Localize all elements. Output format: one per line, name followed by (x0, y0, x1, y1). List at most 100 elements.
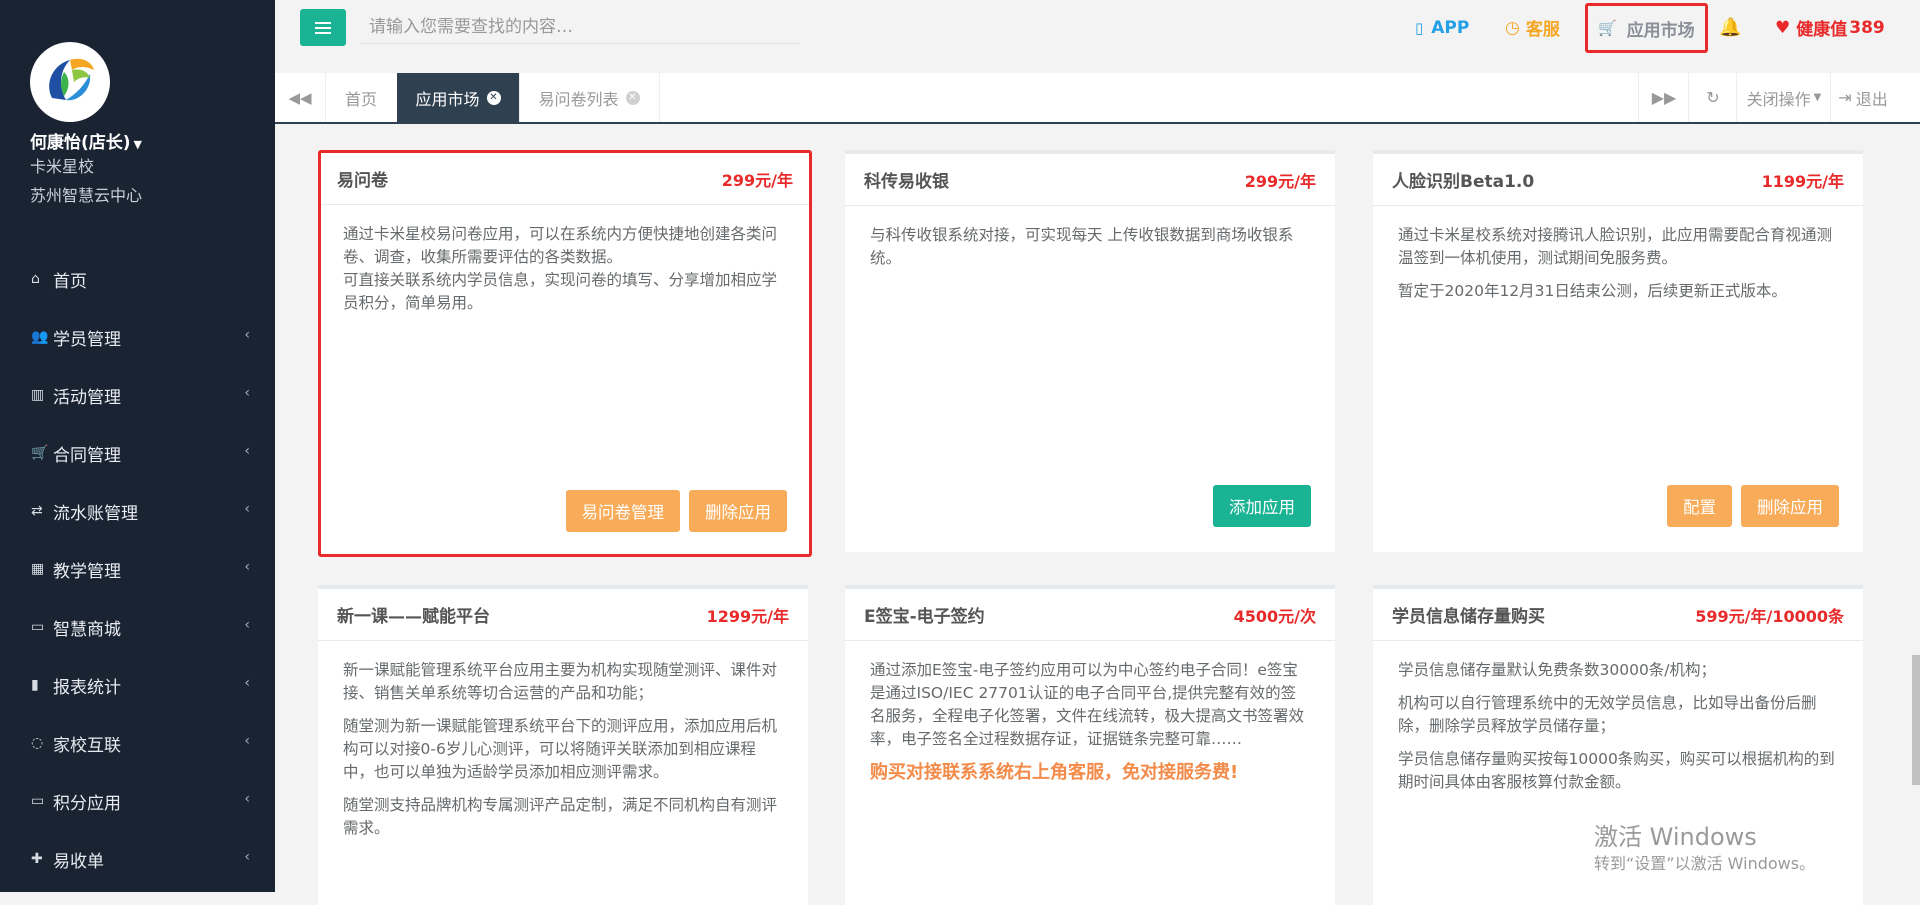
card-header: E签宝-电子签约 4500元/次 (845, 589, 1335, 641)
sidebar: 何康怡(店长) ▼ 卡米星校 苏州智慧云中心 ⌂ 首页 👥 学员管理 ‹ ▥ 活动管理 ‹ 🛒 合同… (0, 0, 275, 892)
tab-close-icon[interactable]: ✕ (486, 90, 501, 105)
map-icon: ▥ (31, 387, 45, 403)
sidebar-item-10[interactable]: ✚ 易收单 ‹ (0, 830, 275, 888)
school-logo-image (32, 44, 108, 120)
close-operations-dropdown[interactable]: 关闭操作 ▼ (1736, 73, 1831, 122)
menu-toggle-button[interactable] (300, 9, 346, 46)
calendar-icon: ▦ (31, 561, 45, 577)
chevron-left-icon: ‹ (244, 617, 250, 633)
card-description: 学员信息储存量默认免费条数30000条/机构； 机构可以自行管理系统中的无效学员信… (1373, 641, 1863, 794)
card-price: 299元/年 (1244, 171, 1316, 191)
search-input[interactable] (360, 10, 800, 44)
sidebar-item-label: 活动管理 (53, 387, 121, 408)
chevron-left-icon: ‹ (244, 733, 250, 749)
sidebar-item-label: 智慧商城 (53, 619, 121, 640)
card-action-button[interactable]: 删除应用 (1741, 485, 1839, 527)
sidebar-item-1[interactable]: 👥 学员管理 ‹ (0, 308, 275, 366)
cart-icon: 🛒 (31, 445, 49, 461)
card-title: 新一课——赋能平台 (337, 607, 490, 627)
card-action-button[interactable]: 配置 (1667, 485, 1732, 527)
windows-activation-watermark: 激活 Windows (1594, 823, 1757, 851)
sidebar-item-label: 家校互联 (53, 735, 121, 756)
sidebar-item-7[interactable]: ▮ 报表统计 ‹ (0, 656, 275, 714)
bar-chart-icon: ▮ (31, 677, 39, 693)
tab-close-icon[interactable]: ✕ (625, 90, 640, 105)
school-logo[interactable] (30, 42, 110, 122)
user-plus-icon: ✚ (31, 851, 43, 867)
windows-activation-hint: 转到“设置”以激活 Windows。 (1594, 854, 1816, 873)
tab-app-market[interactable]: 应用市场 ✕ (397, 73, 520, 122)
tab-label: 易问卷列表 (538, 89, 619, 109)
card-action-button[interactable]: 添加应用 (1213, 485, 1311, 527)
card-description: 与科传收银系统对接，可实现每天 上传收银数据到商场收银系统。 (845, 206, 1335, 270)
card-header: 新一课——赋能平台 1299元/年 (318, 589, 808, 641)
home-icon: ⌂ (31, 271, 40, 287)
card-action-button[interactable]: 删除应用 (689, 490, 787, 532)
logout-label: 退出 (1855, 89, 1888, 109)
card-paragraph: 随堂测为新一课赋能管理系统平台下的测评应用，添加应用后机构可以对接0-6岁儿心测… (343, 717, 778, 781)
card-paragraph: 学员信息储存量购买按每10000条购买，购买可以根据机构的到期时间具体由客服核算… (1398, 750, 1835, 791)
app-card: 新一课——赋能平台 1299元/年新一课赋能管理系统平台应用主要为机构实现随堂测评… (318, 585, 808, 905)
app-card: 易问卷 299元/年 通过卡米星校易问卷应用，可以在系统内方便快捷地创建各类问卷、调… (318, 150, 812, 557)
backward-icon: ◀◀ (288, 88, 312, 107)
tabs-scroll-left-button[interactable]: ◀◀ (275, 73, 326, 122)
card-actions: 易问卷管理 删除应用 (565, 490, 787, 532)
card-paragraph: 随堂测支持品牌机构专属测评产品定制，满足不同机构自有测评需求。 (343, 796, 778, 837)
refresh-tab-button[interactable]: ↻ (1688, 73, 1737, 122)
health-link[interactable]: ♥ 健康值 389 (1775, 0, 1885, 55)
card-action-button[interactable]: 易问卷管理 (565, 490, 680, 532)
app-card: 科传易收银 299元/年 与科传收银系统对接，可实现每天 上传收银数据到商场收银系统… (845, 150, 1335, 552)
caret-down-icon: ▼ (1813, 92, 1822, 103)
sidebar-item-label: 易收单 (53, 851, 104, 872)
sidebar-item-4[interactable]: ⇄ 流水账管理 ‹ (0, 482, 275, 540)
tab-label: 应用市场 (415, 89, 480, 109)
sidebar-item-0[interactable]: ⌂ 首页 (0, 250, 275, 308)
app-link[interactable]: ▯ APP (1415, 0, 1469, 55)
heartbeat-icon: ♥ (1775, 17, 1791, 38)
sidebar-nav: ⌂ 首页 👥 学员管理 ‹ ▥ 活动管理 ‹ 🛒 合同管理 ‹ ⇄ 流水账管理 ‹ ▦ 教学管理 ‹ ▭ 智慧商城 ‹… (0, 250, 275, 888)
users-icon: 👥 (31, 329, 49, 345)
card-title: E签宝-电子签约 (864, 607, 985, 627)
card-description: 通过卡米星校易问卷应用，可以在系统内方便快捷地创建各类问卷、调查，收集所需要评估… (321, 205, 809, 315)
customer-service-link[interactable]: ◷ 客服 (1505, 0, 1560, 55)
hdd-icon: ▭ (31, 793, 45, 809)
chevron-left-icon: ‹ (244, 791, 250, 807)
app-market-link[interactable]: 🛒 应用市场 (1585, 3, 1708, 53)
card-header: 学员信息储存量购买 599元/年/10000条 (1373, 589, 1863, 641)
card-title: 易问卷 (337, 171, 388, 191)
card-paragraph: 通过添加E签宝-电子签约应用可以为中心签约电子合同！e签宝是通过ISO/IEC … (870, 661, 1305, 748)
logout-button[interactable]: ⇥ 退出 (1830, 73, 1895, 122)
sidebar-item-label: 学员管理 (53, 329, 121, 350)
sidebar-item-9[interactable]: ▭ 积分应用 ‹ (0, 772, 275, 830)
comments-icon: ◌ (31, 735, 44, 751)
cart-icon: 🛒 (1598, 19, 1617, 37)
app-market-label: 应用市场 (1626, 20, 1695, 41)
tabs-scroll-right-button[interactable]: ▶▶ (1638, 73, 1689, 122)
forward-icon: ▶▶ (1651, 88, 1677, 107)
bell-icon[interactable]: 🔔 (1719, 0, 1741, 55)
card-paragraph: 新一课赋能管理系统平台应用主要为机构实现随堂测评、课件对接、销售关单系统等切合运… (343, 661, 778, 702)
sidebar-item-3[interactable]: 🛒 合同管理 ‹ (0, 424, 275, 482)
card-paragraph: 通过卡米星校易问卷应用，可以在系统内方便快捷地创建各类问卷、调查，收集所需要评估… (343, 225, 778, 266)
school-name: 卡米星校 (30, 157, 95, 176)
mobile-icon: ▯ (1415, 18, 1424, 37)
card-paragraph: 与科传收银系统对接，可实现每天 上传收银数据到商场收银系统。 (870, 226, 1294, 267)
sidebar-item-label: 积分应用 (53, 793, 121, 814)
sidebar-item-5[interactable]: ▦ 教学管理 ‹ (0, 540, 275, 598)
tab-questionnaire-list[interactable]: 易问卷列表 ✕ (519, 73, 660, 122)
user-name-dropdown[interactable]: 何康怡(店长) ▼ (30, 128, 142, 153)
card-price: 1299元/年 (706, 606, 789, 626)
health-label: 健康值 (1796, 20, 1848, 40)
scrollbar-thumb[interactable] (1912, 655, 1920, 785)
tab-home[interactable]: 首页 (325, 73, 398, 122)
hdd-icon: ▭ (31, 619, 45, 635)
sidebar-item-8[interactable]: ◌ 家校互联 ‹ (0, 714, 275, 772)
sidebar-item-2[interactable]: ▥ 活动管理 ‹ (0, 366, 275, 424)
card-price: 4500元/次 (1233, 606, 1316, 626)
sidebar-item-6[interactable]: ▭ 智慧商城 ‹ (0, 598, 275, 656)
user-name: 何康怡(店长) (30, 133, 131, 153)
card-actions: 配置 删除应用 (1667, 485, 1839, 527)
refresh-icon: ↻ (1706, 88, 1720, 107)
app-card: E签宝-电子签约 4500元/次通过添加E签宝-电子签约应用可以为中心签约电子合同… (845, 585, 1335, 905)
chevron-left-icon: ‹ (244, 327, 250, 343)
